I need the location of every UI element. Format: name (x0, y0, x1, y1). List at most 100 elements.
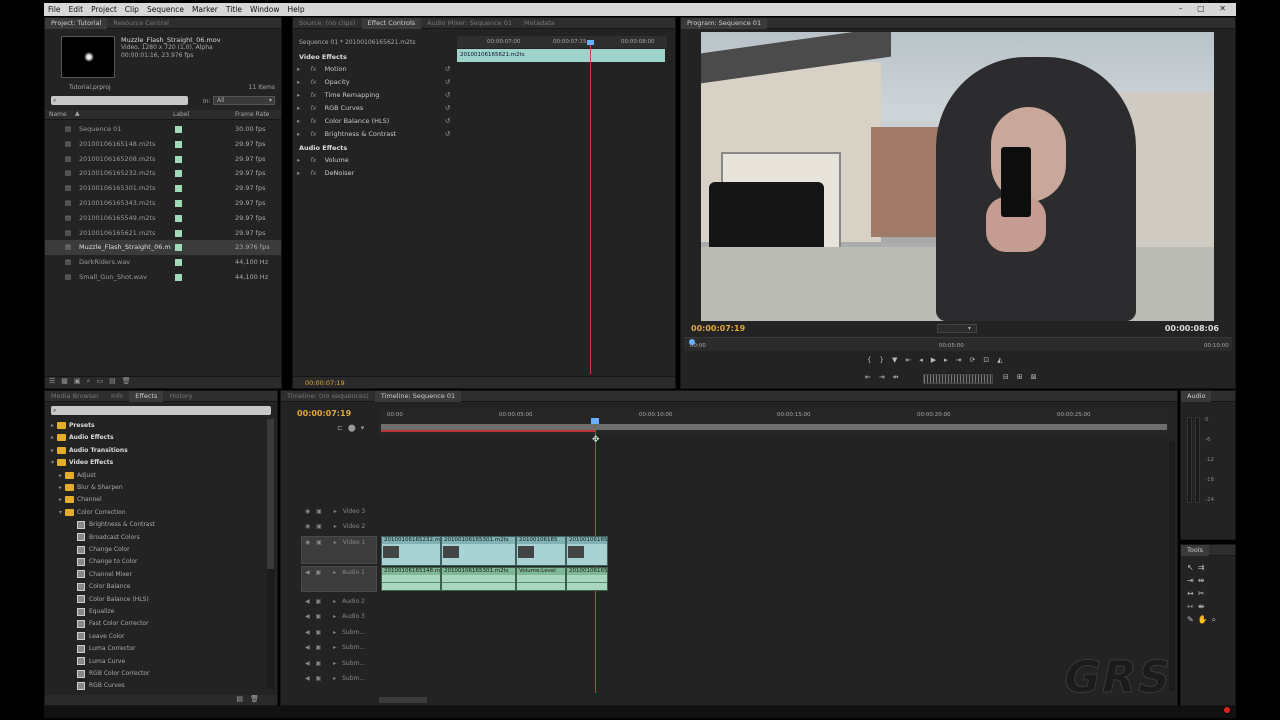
tab-project[interactable]: Project: Tutorial (45, 18, 108, 29)
menu-clip[interactable]: Clip (125, 5, 139, 14)
column-frame-rate[interactable]: Frame Rate (235, 111, 269, 118)
effect-control-row[interactable]: ▸ fx DeNoiser (297, 167, 354, 180)
effect-control-row[interactable]: ▸ fx Volume (297, 154, 349, 167)
effect-item[interactable]: Brightness & Contrast (67, 519, 155, 531)
program-timecode[interactable]: 00:00:07:19 (691, 324, 745, 333)
reset-icon[interactable]: ↺ (445, 76, 450, 89)
safe-margins-icon[interactable]: ⊡ (983, 356, 997, 364)
reset-icon[interactable]: ↺ (445, 128, 450, 141)
tab-source[interactable]: Source: (no clips) (293, 18, 362, 29)
lift-icon[interactable]: ⊟ (1003, 373, 1017, 381)
label-color-chip[interactable] (175, 274, 182, 281)
automate-icon[interactable]: ▣ (74, 377, 87, 385)
label-color-chip[interactable] (175, 200, 182, 207)
track-select-tool-icon[interactable]: ⇉ (1198, 563, 1209, 572)
audio-clip[interactable]: 20100106165301.m2ts (441, 567, 516, 591)
hand-tool-icon[interactable]: ✋ (1198, 615, 1212, 624)
tab-effect-controls[interactable]: Effect Controls (361, 18, 422, 29)
expand-arrow-icon[interactable]: ▸ (297, 78, 300, 86)
speaker-icon[interactable]: ◀ (305, 629, 310, 636)
expand-arrow-icon[interactable]: ▸ (297, 156, 300, 164)
track-header[interactable]: ◀ ▣ ▸ Subm... (305, 660, 405, 667)
column-name[interactable]: Name (49, 111, 67, 118)
menu-marker[interactable]: Marker (192, 5, 218, 14)
project-search-input[interactable]: ⌕ (51, 96, 188, 105)
selection-tool-icon[interactable]: ↖ (1187, 563, 1198, 572)
effects-folder[interactable]: ▸ Channel (59, 494, 102, 506)
menu-window[interactable]: Window (250, 5, 280, 14)
add-marker-icon[interactable]: ▼ (892, 356, 905, 364)
video-clip[interactable]: 20100106165 (566, 536, 608, 566)
effects-folder[interactable]: ▸ Audio Transitions (51, 445, 128, 457)
label-color-chip[interactable] (175, 214, 182, 222)
effect-control-row[interactable]: ▸ fx Color Balance (HLS) ↺ (297, 115, 450, 128)
go-to-in-icon[interactable]: ⇤ (905, 356, 919, 364)
effect-item[interactable]: Channel Mixer (67, 569, 132, 581)
trim-icon[interactable]: ⊠ (1031, 373, 1045, 381)
expand-arrow-icon[interactable]: ▸ (51, 447, 54, 454)
effect-item[interactable]: Fast Color Corrector (67, 618, 149, 630)
play-icon[interactable]: ▶ (931, 356, 944, 364)
expand-arrow-icon[interactable]: ▸ (297, 117, 300, 125)
tab-timeline-sequence[interactable]: Timeline: Sequence 01 (374, 391, 462, 402)
effect-item[interactable]: Leave Color (67, 631, 124, 643)
timeline-hscroll[interactable] (379, 697, 427, 703)
tab-resource-central[interactable]: Resource Central (107, 18, 175, 29)
effect-item[interactable]: Color Balance (67, 581, 131, 593)
track-header[interactable]: ◀ ▣ ▸ Subm... (305, 675, 405, 682)
video-clip[interactable]: 20100106165232.m (381, 536, 441, 566)
menu-help[interactable]: Help (288, 5, 305, 14)
column-label[interactable]: Label (173, 111, 189, 118)
effects-folder[interactable]: ▸ Presets (51, 420, 95, 432)
timeline-playhead-head[interactable] (591, 418, 599, 424)
icon-view-icon[interactable]: ▦ (61, 377, 74, 385)
effect-item[interactable]: RGB Color Corrector (67, 668, 149, 680)
expand-arrow-icon[interactable]: ▸ (51, 422, 54, 429)
output-icon[interactable]: ◭ (997, 356, 1010, 364)
list-view-icon[interactable]: ☰ (49, 377, 61, 385)
lock-icon[interactable]: ▣ (316, 569, 322, 576)
effect-item[interactable]: Change to Color (67, 556, 137, 568)
project-item-row[interactable]: ▤ Sequence 01 30.00 fps (45, 122, 281, 137)
tab-audio-meter[interactable]: Audio (1181, 391, 1212, 402)
menu-sequence[interactable]: Sequence (147, 5, 184, 14)
menu-title[interactable]: Title (226, 5, 242, 14)
new-bin-icon[interactable]: ▤ (236, 695, 243, 703)
timeline-ruler[interactable]: 00:00 00:00:05:00 00:00:10:00 00:00:15:00 00… (379, 409, 1169, 437)
label-color-chip[interactable] (175, 170, 182, 178)
project-item-row[interactable]: ▤ 20100106165232.m2ts 29.97 fps (45, 166, 281, 181)
effect-clip-bar[interactable]: 20100106165621.m2ts (457, 49, 665, 62)
scrollbar-thumb[interactable] (267, 419, 274, 569)
effect-item[interactable]: Luma Corrector (67, 643, 136, 655)
track-header[interactable]: ◀ ▣ ▸ Subm... (305, 629, 405, 636)
lock-icon[interactable]: ▣ (316, 660, 322, 667)
speaker-icon[interactable]: ◀ (305, 660, 310, 667)
effect-item[interactable]: Luma Curve (67, 656, 125, 668)
tab-effects[interactable]: Effects (129, 391, 164, 402)
effects-folder[interactable]: ▾ Color Correction (59, 507, 126, 519)
project-item-row[interactable]: ▤ 20100106165208.m2ts 29.97 fps (45, 152, 281, 167)
set-in-icon[interactable]: { (867, 356, 879, 364)
lock-icon[interactable]: ▣ (316, 644, 322, 651)
expand-arrow-icon[interactable]: ▸ (334, 508, 337, 515)
delete-icon[interactable]: 🗑 (250, 695, 259, 703)
expand-arrow-icon[interactable]: ▸ (297, 65, 300, 73)
expand-arrow-icon[interactable]: ▾ (51, 459, 54, 466)
loop-icon[interactable]: ⟳ (970, 356, 984, 364)
video-clip[interactable]: 20100106165 (516, 536, 566, 566)
set-out-icon[interactable]: } (879, 356, 891, 364)
reset-icon[interactable]: ↺ (445, 115, 450, 128)
effect-control-row[interactable]: ▸ fx Brightness & Contrast ↺ (297, 128, 450, 141)
go-to-out-icon[interactable]: ⇥ (956, 356, 970, 364)
step-forward-icon[interactable]: ▸ (944, 356, 956, 364)
step-back-icon[interactable]: ◂ (919, 356, 931, 364)
program-playhead-marker[interactable] (689, 339, 695, 345)
project-item-row[interactable]: ▤ Muzzle_Flash_Straight_06.m 23.976 fps (45, 240, 281, 256)
expand-arrow-icon[interactable]: ▸ (333, 629, 336, 636)
eye-icon[interactable]: ◉ (305, 539, 310, 546)
lock-icon[interactable]: ▣ (316, 523, 322, 530)
effect-item[interactable]: Color Balance (HLS) (67, 594, 149, 606)
project-item-row[interactable]: ▤ Small_Gun_Shot.wav 44,100 Hz (45, 270, 281, 285)
expand-arrow-icon[interactable]: ▸ (333, 644, 336, 651)
rate-stretch-tool-icon[interactable]: ↔ (1187, 589, 1198, 598)
